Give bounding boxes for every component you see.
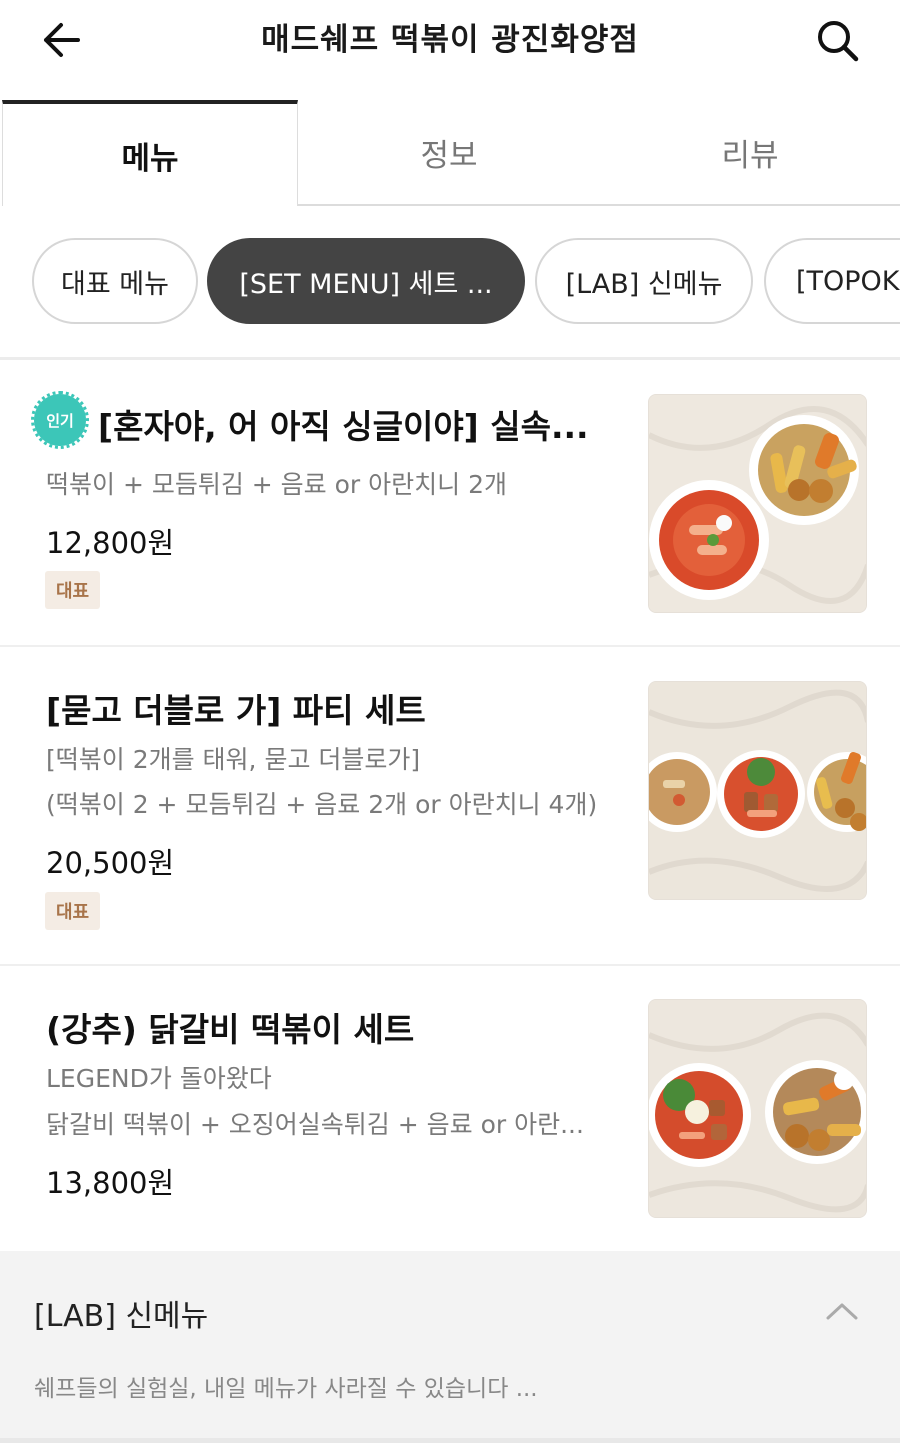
menu-section-lab[interactable]: [LAB] 신메뉴 쉐프들의 실험실, 내일 메뉴가 사라질 수 있습니다 ..… bbox=[0, 1251, 900, 1443]
tab-menu[interactable]: 메뉴 bbox=[2, 100, 298, 206]
arrow-left-icon bbox=[44, 23, 80, 57]
menu-item-description: (떡볶이 2 + 모듬튀김 + 음료 2개 or 아란치니 4개) bbox=[46, 790, 598, 819]
chip-set-menu[interactable]: [SET MENU] 세트 ... bbox=[207, 238, 525, 324]
divider bbox=[0, 1438, 900, 1443]
menu-item-name: (강추) 닭갈비 떡볶이 세트 bbox=[46, 1010, 415, 1049]
search-icon bbox=[818, 21, 859, 62]
menu-item-name: [혼자야, 어 아직 싱글이야] 실속... bbox=[98, 407, 589, 446]
party-set-photo bbox=[649, 682, 866, 899]
menu-item-image[interactable] bbox=[648, 999, 867, 1218]
chevron-up-icon bbox=[826, 1303, 858, 1320]
menu-item-description: [떡볶이 2개를 태워, 묻고 더블로가] bbox=[46, 745, 421, 774]
header: 매드쉐프 떡볶이 광진화양점 bbox=[0, 0, 900, 100]
category-chip-bar: 대표 메뉴 [SET MENU] 세트 ... [LAB] 신메뉴 [TOPOK… bbox=[0, 236, 900, 328]
representative-tag: 대표 bbox=[45, 892, 100, 930]
menu-item-price: 20,500원 bbox=[46, 846, 175, 880]
menu-item-description: 떡볶이 + 모듬튀김 + 음료 or 아란치니 2개 bbox=[46, 470, 508, 499]
collapse-button[interactable] bbox=[820, 1295, 864, 1327]
section-description: 쉐프들의 실험실, 내일 메뉴가 사라질 수 있습니다 ... bbox=[34, 1376, 538, 1402]
menu-item-image[interactable] bbox=[648, 681, 867, 900]
back-button[interactable] bbox=[36, 18, 86, 62]
tab-bar: 메뉴 정보 리뷰 bbox=[0, 100, 900, 206]
chip-representative-menu[interactable]: 대표 메뉴 bbox=[32, 238, 198, 324]
menu-item-description: 닭갈비 떡볶이 + 오징어실속튀김 + 음료 or 아란... bbox=[46, 1110, 584, 1139]
representative-tag: 대표 bbox=[45, 571, 100, 609]
menu-item-image[interactable] bbox=[648, 394, 867, 613]
chip-topokki[interactable]: [TOPOKKI bbox=[764, 238, 900, 324]
menu-item-description: LEGEND가 돌아왔다 bbox=[46, 1064, 272, 1093]
page-title: 매드쉐프 떡볶이 광진화양점 bbox=[261, 22, 639, 58]
menu-item-price: 12,800원 bbox=[46, 526, 175, 560]
tab-info[interactable]: 정보 bbox=[298, 100, 600, 206]
tab-reviews[interactable]: 리뷰 bbox=[600, 100, 900, 206]
tteokbokki-set-photo bbox=[649, 395, 866, 612]
search-button[interactable] bbox=[812, 16, 864, 66]
dakgalbi-set-photo bbox=[649, 1000, 866, 1217]
section-title: [LAB] 신메뉴 bbox=[34, 1299, 209, 1334]
menu-item-name: [묻고 더블로 가] 파티 세트 bbox=[46, 691, 426, 730]
chip-lab-new-menu[interactable]: [LAB] 신메뉴 bbox=[535, 238, 753, 324]
popular-badge: 인기 bbox=[31, 391, 89, 449]
menu-item-price: 13,800원 bbox=[46, 1166, 175, 1200]
